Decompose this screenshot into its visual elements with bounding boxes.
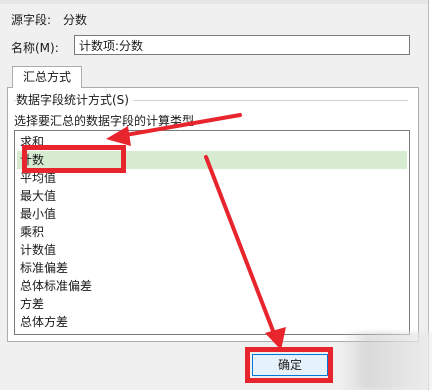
name-field-label: 名称(M): [11,41,59,55]
list-item[interactable]: 最大值 [17,187,407,205]
source-field-value: 分数 [63,13,88,27]
list-item[interactable]: 标准偏差 [17,259,407,277]
list-item[interactable]: 总体标准偏差 [17,277,407,295]
list-item[interactable]: 乘积 [17,223,407,241]
calculation-type-listbox[interactable]: 求和 计数 平均值 最大值 最小值 乘积 计数值 标准偏差 总体标准偏差 方差 … [14,130,410,335]
watermark-blur [340,332,432,390]
title-bar-remnant [0,0,428,4]
list-item-selected[interactable]: 计数 [17,151,407,169]
list-item[interactable]: 平均值 [17,169,407,187]
ok-button[interactable]: 确定 [252,354,328,376]
list-item[interactable]: 方差 [17,295,407,313]
list-item[interactable]: 求和 [17,133,407,151]
instruction-text: 选择要汇总的数据字段的计算类型 [14,114,195,128]
name-input[interactable]: 计数项:分数 [74,35,410,55]
source-field-label: 源字段: [11,13,52,27]
source-field-row: 源字段: 分数 [11,11,87,28]
list-item[interactable]: 最小值 [17,205,407,223]
tab-summarize-by[interactable]: 汇总方式 [12,66,82,88]
group-title: 数据字段统计方式(S) [16,91,133,108]
list-item[interactable]: 总体方差 [17,313,407,331]
list-item[interactable]: 计数值 [17,241,407,259]
